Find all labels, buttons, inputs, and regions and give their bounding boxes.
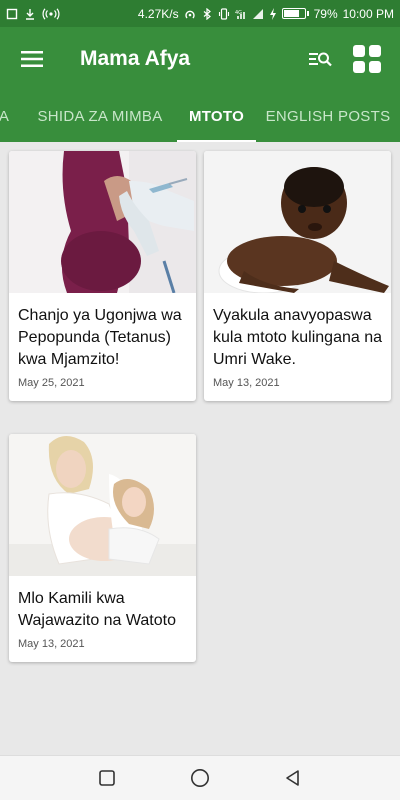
clock: 10:00 PM <box>342 6 394 21</box>
post-title: Chanjo ya Ugonjwa wa Pepopunda (Tetanus)… <box>18 307 182 368</box>
nfc-icon <box>184 10 195 18</box>
menu-button[interactable] <box>0 27 64 91</box>
vibrate-icon <box>218 7 229 20</box>
battery-percent: 79% <box>313 6 338 21</box>
tab-mtoto[interactable]: MTOTO <box>177 91 256 142</box>
category-tabs: A SHIDA ZA MIMBA MTOTO ENGLISH POSTS <box>0 91 400 142</box>
status-left-icons <box>6 7 60 20</box>
system-nav-bar <box>0 755 400 800</box>
back-button[interactable] <box>273 758 313 798</box>
tab-english-posts[interactable]: ENGLISH POSTS <box>262 91 394 142</box>
network-speed: 4.27K/s <box>137 6 179 21</box>
status-right-icons: 4.27K/s 4G 79% 10:00 PM <box>138 7 394 21</box>
notification-square-icon <box>6 8 18 19</box>
download-icon <box>26 8 34 20</box>
app-title: Mama Afya <box>80 47 191 70</box>
list-search-icon <box>309 52 332 67</box>
tab-previous[interactable]: A <box>0 91 14 142</box>
post-date: May 13, 2021 <box>213 377 280 389</box>
hamburger-menu-icon <box>21 51 43 67</box>
battery-indicator <box>281 8 309 19</box>
grid-view-icon <box>353 45 381 73</box>
post-card[interactable]: Chanjo ya Ugonjwa wa Pepopunda (Tetanus)… <box>9 151 196 401</box>
post-title: Vyakula anavyopaswa kula mtoto kulingana… <box>213 307 382 368</box>
bluetooth-icon <box>203 7 211 20</box>
post-image-mother-child <box>9 434 196 576</box>
post-date: May 13, 2021 <box>18 638 85 650</box>
post-title: Mlo Kamili kwa Wajawazito na Watoto <box>18 590 176 629</box>
hotspot-icon <box>42 7 60 20</box>
posts-grid: Chanjo ya Ugonjwa wa Pepopunda (Tetanus)… <box>0 142 400 755</box>
battery-fill <box>283 10 300 17</box>
mobile-data-icon: 4G <box>235 10 245 19</box>
search-button[interactable] <box>306 45 334 73</box>
app-bar: Mama Afya <box>0 27 400 91</box>
recents-button[interactable] <box>87 758 127 798</box>
charging-icon <box>269 7 276 20</box>
circle-home-icon <box>190 769 209 787</box>
status-bar: 4.27K/s 4G 79% 10:00 PM <box>0 0 400 27</box>
signal-icon <box>252 8 263 19</box>
square-recents-icon <box>98 770 115 786</box>
post-card[interactable]: Mlo Kamili kwa Wajawazito na Watoto May … <box>9 434 196 662</box>
home-button[interactable] <box>180 758 220 798</box>
post-image-vaccination <box>9 151 196 293</box>
triangle-back-icon <box>286 770 300 786</box>
post-date: May 25, 2021 <box>18 377 85 389</box>
grid-view-button[interactable] <box>352 44 382 74</box>
tab-shida-za-mimba[interactable]: SHIDA ZA MIMBA <box>26 91 174 142</box>
post-card[interactable]: Vyakula anavyopaswa kula mtoto kulingana… <box>204 151 391 401</box>
post-image-baby <box>204 151 391 293</box>
